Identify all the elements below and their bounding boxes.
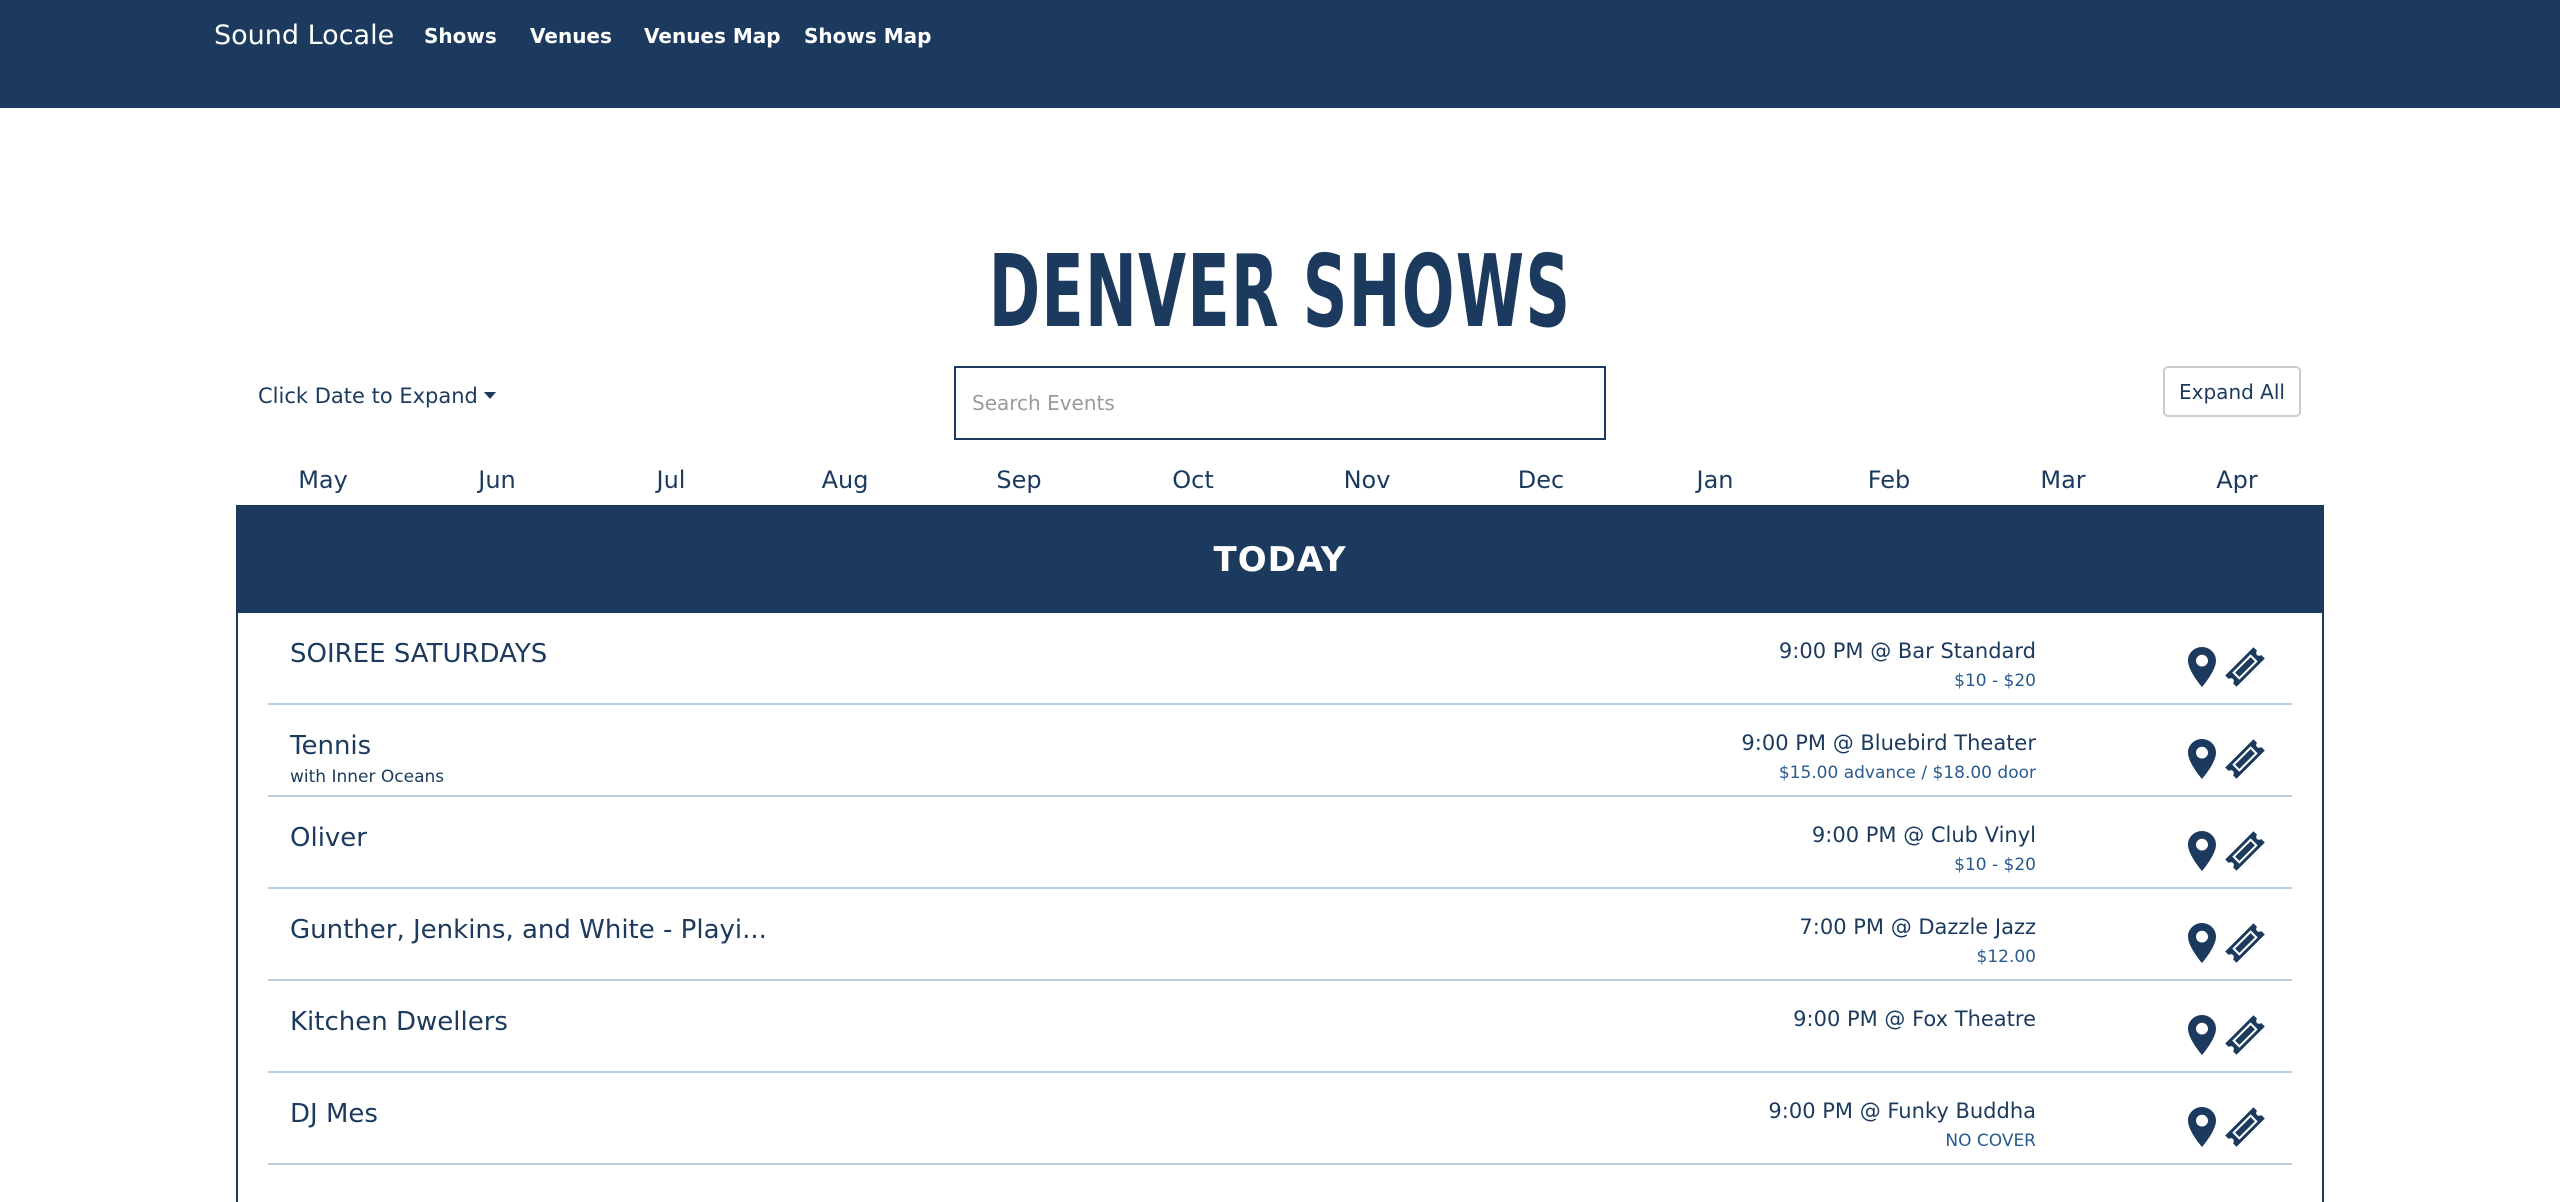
map-pin-icon[interactable] [2188,923,2216,963]
month-link-may[interactable]: May [236,466,410,502]
ticket-icon[interactable] [2223,921,2267,965]
nav-link-shows-map[interactable]: Shows Map [804,24,931,48]
ticket-icon[interactable] [2223,737,2267,781]
brand-link[interactable]: Sound Locale [214,20,394,51]
nav-link-venues-map[interactable]: Venues Map [644,24,781,48]
month-link-dec[interactable]: Dec [1454,466,1628,502]
today-header[interactable]: TODAY [238,507,2322,613]
event-time-venue[interactable]: 7:00 PM @ Dazzle Jazz [1799,915,2036,939]
event-time-venue[interactable]: 9:00 PM @ Bluebird Theater [1741,731,2036,755]
month-link-jan[interactable]: Jan [1628,466,1802,502]
event-support: with Inner Oceans [290,767,445,787]
navbar: Sound Locale Shows Venues Venues Map Sho… [0,0,2560,108]
expand-all-button[interactable]: Expand All [2163,366,2301,417]
expand-dropdown-label: Click Date to Expand [258,384,478,408]
event-time-venue[interactable]: 9:00 PM @ Club Vinyl [1812,823,2036,847]
map-pin-icon[interactable] [2188,739,2216,779]
event-row[interactable]: DJ Mes 9:00 PM @ Funky Buddha NO COVER [268,1073,2292,1165]
event-row[interactable]: Gunther, Jenkins, and White - Playi... 7… [268,889,2292,981]
event-price: NO COVER [1945,1131,2036,1151]
caret-down-icon [483,392,496,399]
event-row[interactable]: Kitchen Dwellers 9:00 PM @ Fox Theatre [268,981,2292,1073]
event-price: $10 - $20 [1954,671,2036,691]
search-input[interactable] [954,366,1606,440]
event-name[interactable]: DJ Mes [290,1099,378,1129]
month-timeline: May Jun Jul Aug Sep Oct Nov Dec Jan Feb … [236,466,2324,502]
ticket-icon[interactable] [2223,1013,2267,1057]
month-link-feb[interactable]: Feb [1802,466,1976,502]
nav-link-venues[interactable]: Venues [530,24,612,48]
month-link-mar[interactable]: Mar [1976,466,2150,502]
event-time-venue[interactable]: 9:00 PM @ Bar Standard [1779,639,2036,663]
nav-link-shows[interactable]: Shows [424,24,497,48]
event-name[interactable]: Tennis [290,731,371,761]
month-link-aug[interactable]: Aug [758,466,932,502]
month-link-apr[interactable]: Apr [2150,466,2324,502]
month-link-jun[interactable]: Jun [410,466,584,502]
event-time-venue[interactable]: 9:00 PM @ Funky Buddha [1768,1099,2036,1123]
expand-dropdown[interactable]: Click Date to Expand [258,384,496,408]
event-name[interactable]: Gunther, Jenkins, and White - Playi... [290,915,767,945]
map-pin-icon[interactable] [2188,1015,2216,1055]
month-link-nov[interactable]: Nov [1280,466,1454,502]
ticket-icon[interactable] [2223,1105,2267,1149]
page-title: DENVER SHOWS [988,233,1572,350]
shows-panel: TODAY SOIREE SATURDAYS 9:00 PM @ Bar Sta… [236,505,2324,1202]
event-time-venue[interactable]: 9:00 PM @ Fox Theatre [1793,1007,2036,1031]
event-row[interactable]: SOIREE SATURDAYS 9:00 PM @ Bar Standard … [268,613,2292,705]
event-price: $10 - $20 [1954,855,2036,875]
event-row[interactable]: Tennis with Inner Oceans 9:00 PM @ Blueb… [268,705,2292,797]
event-name[interactable]: Oliver [290,823,367,853]
ticket-icon[interactable] [2223,829,2267,873]
month-link-oct[interactable]: Oct [1106,466,1280,502]
event-name[interactable]: Kitchen Dwellers [290,1007,508,1037]
event-row[interactable]: Oliver 9:00 PM @ Club Vinyl $10 - $20 [268,797,2292,889]
event-name[interactable]: SOIREE SATURDAYS [290,639,547,669]
month-link-jul[interactable]: Jul [584,466,758,502]
event-price: $12.00 [1976,947,2036,967]
event-price: $15.00 advance / $18.00 door [1778,763,2036,783]
map-pin-icon[interactable] [2188,647,2216,687]
map-pin-icon[interactable] [2188,1107,2216,1147]
map-pin-icon[interactable] [2188,831,2216,871]
ticket-icon[interactable] [2223,645,2267,689]
month-link-sep[interactable]: Sep [932,466,1106,502]
